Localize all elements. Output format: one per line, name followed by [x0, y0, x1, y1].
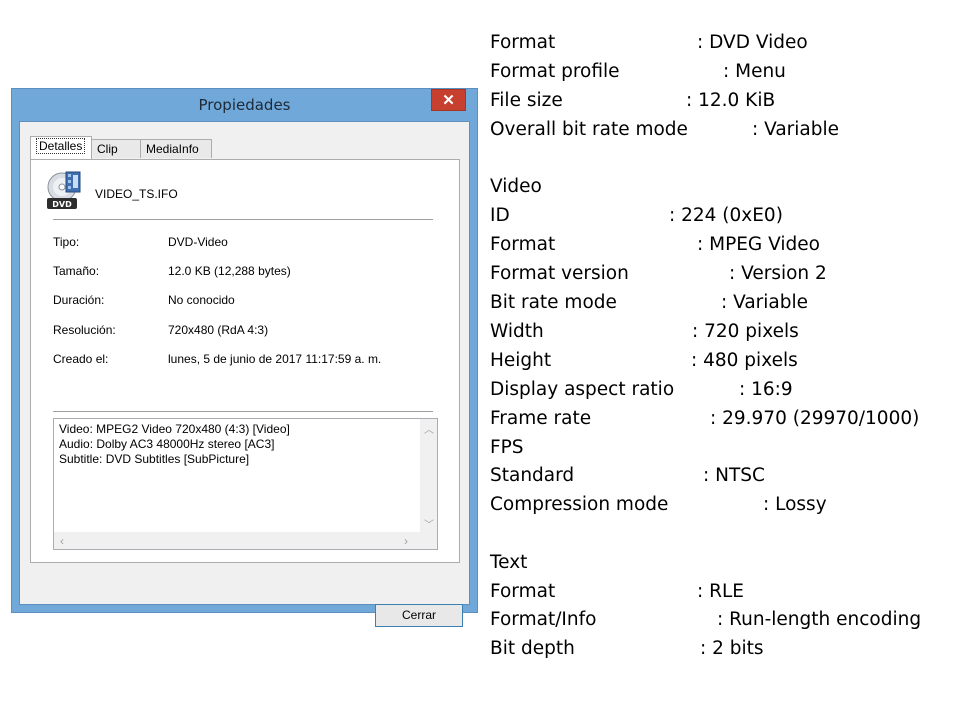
- separator: [53, 219, 433, 220]
- property-row: Resolución: 720x480 (RdA 4:3): [53, 323, 433, 339]
- info-key: ID: [490, 205, 510, 226]
- scrollbar-corner: [420, 532, 437, 549]
- property-value: No conocido: [168, 293, 235, 307]
- info-key: Format: [490, 581, 556, 602]
- info-value: : 12.0 KiB: [686, 90, 776, 111]
- property-label: Duración:: [53, 293, 105, 307]
- property-label: Tamaño:: [53, 264, 100, 278]
- horizontal-scrollbar[interactable]: ‹ ›: [54, 532, 420, 549]
- media-info-textbox[interactable]: Video: MPEG2 Video 720x480 (4:3) [Video]…: [53, 418, 438, 550]
- scroll-down-icon[interactable]: ﹀: [424, 516, 434, 531]
- property-row: Tipo: DVD-Video: [53, 235, 433, 251]
- tab-label: Clip: [97, 142, 118, 156]
- separator: [53, 411, 433, 412]
- info-value: : MPEG Video: [697, 234, 820, 255]
- info-key: File size: [490, 90, 563, 111]
- tab-label: Detalles: [36, 138, 86, 154]
- info-key: Bit rate mode: [490, 292, 617, 313]
- dvd-file-icon: DVD: [45, 170, 85, 212]
- tab-label: MediaInfo: [146, 142, 199, 156]
- text-heading: Text: [490, 552, 528, 573]
- info-value: : 2 bits: [700, 638, 764, 659]
- tab-clip[interactable]: Clip: [91, 139, 141, 158]
- info-key: Height: [490, 350, 552, 371]
- info-value: : Version 2: [729, 263, 827, 284]
- property-label: Resolución:: [53, 323, 116, 337]
- scroll-right-icon[interactable]: ›: [404, 534, 408, 548]
- info-key: Overall bit rate mode: [490, 119, 688, 140]
- dialog-body: Detalles Clip MediaInfo DVD VIDEO_TS.IFO…: [19, 121, 470, 627]
- cerrar-button[interactable]: Cerrar: [375, 604, 463, 627]
- info-value: : Variable: [721, 292, 809, 313]
- info-value: : 480 pixels: [691, 350, 798, 371]
- property-value: 720x480 (RdA 4:3): [168, 323, 269, 337]
- info-key: Standard: [490, 465, 575, 486]
- details-panel: DVD VIDEO_TS.IFO Tipo: DVD-Video Tamaño:…: [30, 159, 460, 563]
- file-name: VIDEO_TS.IFO: [95, 187, 178, 201]
- close-icon: ✕: [442, 92, 455, 109]
- info-value: : Variable: [752, 119, 840, 140]
- info-key: Frame rate: [490, 408, 592, 429]
- info-value: : 29.970 (29970/1000): [710, 408, 920, 429]
- info-key: Width: [490, 321, 544, 342]
- title-bar[interactable]: Propiedades ✕: [12, 89, 477, 121]
- scroll-up-icon[interactable]: ︿: [424, 421, 434, 436]
- media-line: Subtitle: DVD Subtitles [SubPicture]: [59, 452, 250, 466]
- info-key: Compression mode: [490, 494, 669, 515]
- info-key: Display aspect ratio: [490, 379, 675, 400]
- info-value: : 16:9: [739, 379, 793, 400]
- dvd-icon-text: DVD: [52, 200, 72, 209]
- info-value: : NTSC: [703, 465, 765, 486]
- info-key: Format: [490, 32, 556, 53]
- info-value: : 720 pixels: [692, 321, 799, 342]
- property-value: DVD-Video: [168, 235, 228, 249]
- info-value: : Menu: [723, 61, 786, 82]
- info-value: : 224 (0xE0): [669, 205, 783, 226]
- properties-dialog: Propiedades ✕ Detalles Clip MediaInfo DV…: [11, 88, 478, 627]
- property-label: Tipo:: [53, 235, 80, 249]
- info-key: Format/Info: [490, 609, 597, 630]
- property-value: 12.0 KB (12,288 bytes): [168, 264, 291, 278]
- tab-mediainfo[interactable]: MediaInfo: [140, 139, 212, 158]
- info-key: Bit depth: [490, 638, 575, 659]
- info-value: : DVD Video: [697, 32, 808, 53]
- scroll-left-icon[interactable]: ‹: [60, 534, 64, 548]
- info-key: Format version: [490, 263, 629, 284]
- media-line: Video: MPEG2 Video 720x480 (4:3) [Video]: [59, 422, 290, 436]
- property-row: Creado el: lunes, 5 de junio de 2017 11:…: [53, 352, 433, 368]
- property-row: Tamaño: 12.0 KB (12,288 bytes): [53, 264, 433, 280]
- property-value: lunes, 5 de junio de 2017 11:17:59 a. m.: [168, 352, 382, 366]
- info-value: : Lossy: [763, 494, 827, 515]
- info-key: Format profile: [490, 61, 620, 82]
- tab-detalles[interactable]: Detalles: [30, 136, 92, 159]
- vertical-scrollbar[interactable]: ︿ ﹀: [420, 419, 437, 532]
- dialog-title: Propiedades: [198, 96, 291, 114]
- info-value: : Run-length encoding: [717, 609, 922, 630]
- video-heading: Video: [490, 176, 542, 197]
- media-info-text: Video: MPEG2 Video 720x480 (4:3) [Video]…: [59, 422, 290, 467]
- close-button[interactable]: ✕: [431, 89, 466, 111]
- property-row: Duración: No conocido: [53, 293, 433, 309]
- media-line: Audio: Dolby AC3 48000Hz stereo [AC3]: [59, 437, 275, 451]
- property-label: Creado el:: [53, 352, 109, 366]
- info-key: Format: [490, 234, 556, 255]
- info-key: FPS: [490, 437, 524, 458]
- info-value: : RLE: [697, 581, 744, 602]
